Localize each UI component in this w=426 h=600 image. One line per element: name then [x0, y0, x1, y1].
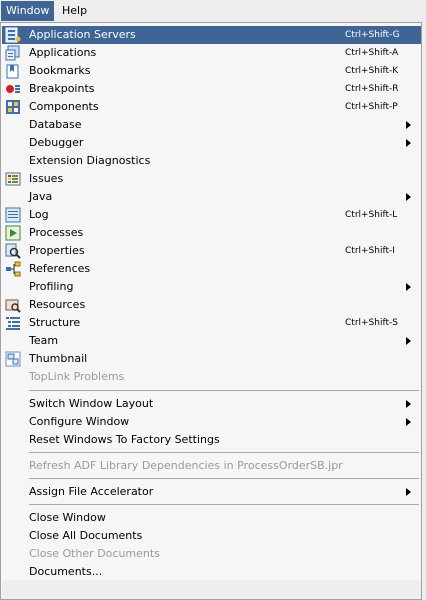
submenu-arrow-icon — [406, 488, 411, 496]
menu-item-documents[interactable]: Documents... — [2, 563, 421, 581]
menu-separator — [29, 478, 419, 479]
menu-item-shortcut: Ctrl+Shift-S — [345, 318, 398, 328]
menu-item-label: Extension Diagnostics — [29, 154, 151, 167]
menu-item-profiling[interactable]: Profiling — [2, 278, 421, 296]
menu-item-switch-window-layout[interactable]: Switch Window Layout — [2, 395, 421, 413]
components-icon — [6, 100, 20, 114]
menu-item-label: Assign File Accelerator — [29, 485, 154, 498]
menu-item-shortcut: Ctrl+Shift-R — [345, 84, 399, 94]
submenu-arrow-icon — [406, 139, 411, 147]
menu-item-application-servers[interactable]: Application Servers Ctrl+Shift-G — [2, 26, 421, 44]
menu-item-properties[interactable]: Properties Ctrl+Shift-I — [2, 242, 421, 260]
menu-item-label: Properties — [29, 244, 85, 257]
submenu-arrow-icon — [406, 283, 411, 291]
menu-item-label: Java — [29, 190, 53, 203]
menu-bottom-strip — [2, 580, 421, 599]
menu-item-label: Bookmarks — [29, 64, 91, 77]
properties-icon — [5, 243, 21, 259]
menu-item-database[interactable]: Database — [2, 116, 421, 134]
menu-item-label: Structure — [29, 316, 81, 329]
menu-item-extension-diagnostics[interactable]: Extension Diagnostics — [2, 152, 421, 170]
processes-icon — [5, 225, 21, 241]
menu-item-label: Applications — [29, 46, 97, 59]
menu-item-label: Configure Window — [29, 415, 130, 428]
menu-item-label: Profiling — [29, 280, 74, 293]
applications-icon — [5, 45, 20, 61]
menu-item-shortcut: Ctrl+Shift-K — [345, 66, 399, 76]
menu-item-toplink-problems[interactable]: TopLink Problems — [2, 368, 421, 386]
menu-item-label: Debugger — [29, 136, 84, 149]
menu-item-shortcut: Ctrl+Shift-I — [345, 246, 395, 256]
menu-item-shortcut: Ctrl+Shift-A — [345, 48, 399, 58]
menu-item-structure[interactable]: Structure Ctrl+Shift-S — [2, 314, 421, 332]
menu-item-close-window[interactable]: Close Window — [2, 509, 421, 527]
menu-item-label: Reset Windows To Factory Settings — [29, 433, 220, 446]
menu-item-breakpoints[interactable]: Breakpoints Ctrl+Shift-R — [2, 80, 421, 98]
submenu-arrow-icon — [406, 121, 411, 129]
menu-item-label: Breakpoints — [29, 82, 95, 95]
menu-item-java[interactable]: Java — [2, 188, 421, 206]
menu-bar: Window Help — [0, 0, 426, 22]
menu-item-processes[interactable]: Processes — [2, 224, 421, 242]
menu-item-configure-window[interactable]: Configure Window — [2, 413, 421, 431]
breakpoints-icon — [6, 85, 20, 93]
menu-separator — [29, 390, 419, 391]
references-icon — [6, 261, 21, 277]
menu-item-label: References — [29, 262, 91, 275]
menu-item-label: Close All Documents — [29, 529, 143, 542]
menu-item-log[interactable]: Log Ctrl+Shift-L — [2, 206, 421, 224]
menu-item-label: Team — [29, 334, 59, 347]
menu-item-references[interactable]: References — [2, 260, 421, 278]
menu-item-close-other-documents[interactable]: Close Other Documents — [2, 545, 421, 563]
menu-item-label: Processes — [29, 226, 84, 239]
menu-item-label: Switch Window Layout — [29, 397, 154, 410]
help-menu[interactable]: Help — [57, 1, 93, 21]
thumbnail-icon — [5, 351, 21, 367]
submenu-arrow-icon — [406, 418, 411, 426]
resources-icon — [5, 299, 21, 313]
menu-item-shortcut: Ctrl+Shift-G — [345, 30, 400, 40]
menu-item-refresh-adf-library[interactable]: Refresh ADF Library Dependencies in Proc… — [2, 457, 421, 475]
bookmarks-icon — [6, 64, 19, 79]
menu-separator — [29, 504, 419, 505]
menu-item-applications[interactable]: Applications Ctrl+Shift-A — [2, 44, 421, 62]
menu-item-shortcut: Ctrl+Shift-P — [345, 102, 398, 112]
menu-separator — [29, 452, 419, 453]
menu-item-debugger[interactable]: Debugger — [2, 134, 421, 152]
menu-item-label: Issues — [29, 172, 64, 185]
window-dropdown-menu: Application Servers Ctrl+Shift-G Applica… — [0, 22, 422, 600]
menu-item-thumbnail[interactable]: Thumbnail — [2, 350, 421, 368]
menu-item-shortcut: Ctrl+Shift-L — [345, 210, 398, 220]
menu-item-label: Thumbnail — [29, 352, 88, 365]
menu-item-resources[interactable]: Resources — [2, 296, 421, 314]
menu-item-team[interactable]: Team — [2, 332, 421, 350]
window-menu[interactable]: Window — [1, 1, 54, 21]
menu-item-label: Close Window — [29, 511, 106, 524]
menu-item-components[interactable]: Components Ctrl+Shift-P — [2, 98, 421, 116]
menu-item-reset-windows[interactable]: Reset Windows To Factory Settings — [2, 431, 421, 449]
submenu-arrow-icon — [406, 193, 411, 201]
menu-item-label: Refresh ADF Library Dependencies in Proc… — [29, 459, 343, 472]
menu-item-label: Application Servers — [29, 28, 136, 41]
submenu-arrow-icon — [406, 337, 411, 345]
menu-item-assign-file-accelerator[interactable]: Assign File Accelerator — [2, 483, 421, 501]
submenu-arrow-icon — [406, 400, 411, 408]
structure-icon — [6, 317, 20, 330]
menu-item-issues[interactable]: Issues — [2, 170, 421, 188]
menu-item-label: Database — [29, 118, 82, 131]
application-servers-icon — [5, 27, 21, 43]
menu-item-bookmarks[interactable]: Bookmarks Ctrl+Shift-K — [2, 62, 421, 80]
menu-item-label: Components — [29, 100, 99, 113]
issues-icon — [5, 172, 21, 186]
menu-item-label: Log — [29, 208, 49, 221]
menu-item-label: TopLink Problems — [29, 370, 125, 383]
log-icon — [5, 207, 21, 223]
menu-item-label: Close Other Documents — [29, 547, 160, 560]
menu-item-label: Documents... — [29, 565, 103, 578]
menu-item-close-all-documents[interactable]: Close All Documents — [2, 527, 421, 545]
menu-item-label: Resources — [29, 298, 86, 311]
